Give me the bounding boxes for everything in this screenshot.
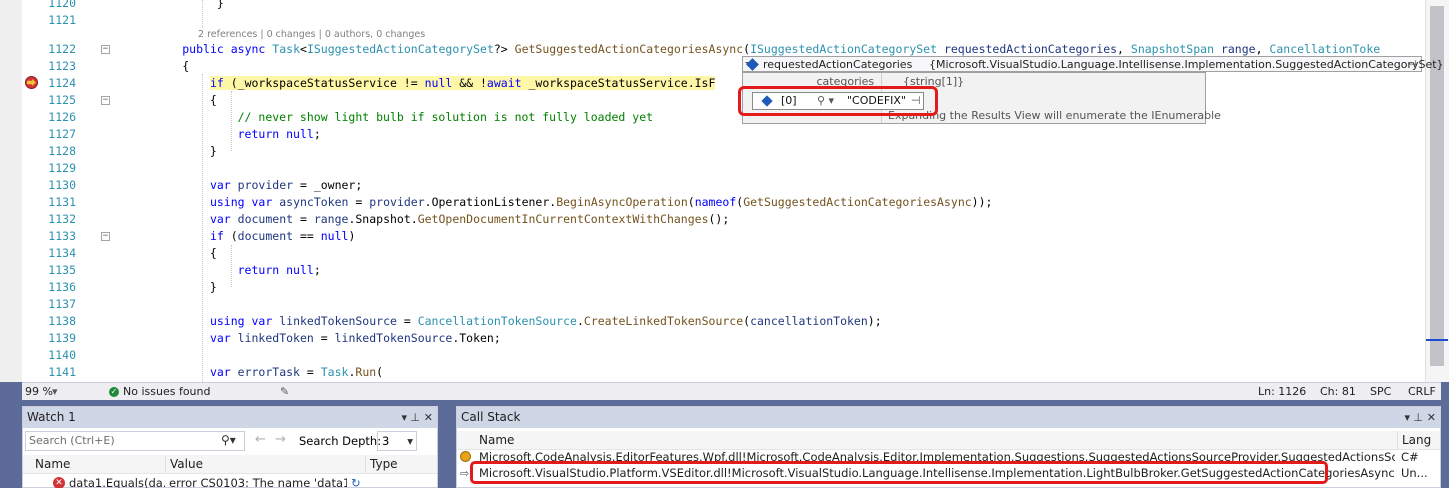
close-icon[interactable]: ✕ (424, 407, 433, 428)
watch-title-bar[interactable]: Watch 1 ▾ ⊥ ✕ (23, 407, 437, 428)
datatip-variable-value[interactable]: {Microsoft.VisualStudio.Language.Intelli… (929, 58, 1444, 72)
code-line: } (113, 144, 217, 158)
line-number: 1136 (48, 280, 76, 294)
code-line-current: if (_workspaceStatusService != null && !… (209, 76, 716, 90)
window-menu-icon[interactable]: ▾ (1404, 407, 1410, 428)
line-number: 1137 (48, 297, 76, 311)
call-stack-title: Call Stack (461, 410, 521, 424)
line-number: 1131 (48, 195, 76, 209)
annotation-highlight-box (738, 86, 938, 116)
datatip-variable-name: requestedActionCategories (763, 58, 913, 71)
zoom-level[interactable]: 99 % (25, 383, 53, 400)
search-depth-value: 3 (382, 434, 390, 448)
line-number: 1138 (48, 314, 76, 328)
line-indicator[interactable]: Ln: 1126 (1258, 383, 1306, 400)
datatip-root-row[interactable]: requestedActionCategories {Microsoft.Vis… (742, 56, 1444, 72)
spacing-indicator[interactable]: SPC (1370, 383, 1391, 400)
caller-frame-arrow-icon: ⇨ (460, 467, 470, 480)
pin-icon[interactable]: ⊥ (1413, 407, 1423, 428)
watch-search-input[interactable]: Search (Ctrl+E) (25, 431, 245, 451)
search-previous-icon[interactable]: ← (255, 432, 266, 447)
watch-row-value: error CS0103: The name 'data1' ... (169, 476, 347, 488)
search-icon[interactable]: ⚲▾ (221, 433, 236, 447)
line-number: 1126 (48, 110, 76, 124)
collapse-toggle[interactable]: − (101, 232, 110, 241)
column-header-language[interactable]: Lang (1397, 431, 1440, 450)
caret-position-marker (1426, 339, 1448, 341)
collapse-toggle[interactable]: − (101, 45, 110, 54)
frame-language: C# (1401, 450, 1419, 464)
code-lens-info[interactable]: 2 references | 0 changes | 0 authors, 0 … (198, 29, 425, 40)
error-icon: ✕ (53, 477, 65, 488)
line-number: 1122 (48, 42, 76, 56)
code-line: } (113, 280, 217, 294)
window-menu-icon[interactable]: ▾ (401, 407, 407, 428)
zoom-dropdown-icon[interactable]: ▾ (52, 383, 58, 400)
line-numbers: 1120 1121 1122 1123 1124 1125 1126 1127 … (22, 0, 80, 382)
glyph-margin[interactable] (0, 0, 22, 382)
line-number: 1129 (48, 161, 76, 175)
code-line: if (document == null) (209, 229, 356, 243)
brush-icon[interactable]: ✎ (280, 383, 289, 400)
watch-row-name: data1.Equals(da... (69, 476, 165, 488)
search-depth-select[interactable]: 3 ▾ (377, 431, 417, 451)
line-number: 1125 (48, 93, 76, 107)
pin-icon[interactable]: ⊥ (410, 407, 420, 428)
line-number: 1139 (48, 331, 76, 345)
line-number: 1121 (48, 13, 76, 27)
search-next-icon[interactable]: → (275, 432, 286, 447)
code-line: return null; (237, 127, 321, 141)
results-view-note: Expanding the Results View will enumerat… (888, 109, 1221, 122)
code-line: using var asyncToken = provider.Operatio… (209, 195, 993, 209)
line-number: 1133 (48, 229, 76, 243)
line-number: 1134 (48, 246, 76, 260)
annotation-highlight-box (470, 461, 1328, 484)
code-line: // never show light bulb if solution is … (237, 110, 654, 124)
column-header-name[interactable]: Name (457, 431, 1397, 450)
line-number: 1124 (48, 76, 76, 90)
object-icon (746, 58, 759, 71)
code-line: return null; (237, 263, 321, 277)
close-icon[interactable]: ✕ (1427, 407, 1436, 428)
column-header-type[interactable]: Type (365, 455, 437, 474)
code-line: } (113, 0, 224, 10)
code-line: { (113, 59, 190, 73)
code-line: var linkedToken = linkedTokenSource.Toke… (209, 331, 501, 345)
line-number: 1140 (48, 348, 76, 362)
code-line: { (113, 93, 217, 107)
current-frame-icon (460, 451, 471, 462)
issues-status[interactable]: No issues found (123, 383, 210, 400)
line-endings-indicator[interactable]: CRLF (1408, 383, 1436, 400)
line-number: 1123 (48, 59, 76, 73)
code-line: using var linkedTokenSource = Cancellati… (209, 314, 882, 328)
chevron-down-icon: ▾ (407, 434, 413, 448)
code-line: { (113, 246, 217, 260)
line-number: 1120 (48, 0, 76, 10)
check-icon: ✓ (109, 387, 119, 397)
line-number: 1128 (48, 144, 76, 158)
editor-status-bar: 99 % ▾ ✓ No issues found ✎ Ln: 1126 Ch: … (22, 382, 1441, 400)
refresh-icon[interactable]: ↻ (351, 475, 361, 488)
code-line: var provider = _owner; (209, 178, 363, 192)
search-depth-label: Search Depth: (299, 434, 382, 448)
pin-icon[interactable]: ⊣ (1407, 58, 1417, 72)
column-indicator[interactable]: Ch: 81 (1320, 383, 1356, 400)
line-number: 1130 (48, 178, 76, 192)
column-header-name[interactable]: Name (23, 455, 165, 474)
line-number: 1135 (48, 263, 76, 277)
column-header-value[interactable]: Value (165, 455, 365, 474)
code-line: var errorTask = Task.Run( (209, 365, 384, 379)
call-stack-title-bar[interactable]: Call Stack ▾ ⊥ ✕ (457, 407, 1440, 428)
collapse-toggle[interactable]: − (101, 96, 110, 105)
frame-language: Un... (1401, 466, 1428, 480)
watch-window: Watch 1 ▾ ⊥ ✕ Search (Ctrl+E) ⚲▾ ← → Sea… (22, 406, 438, 488)
line-number: 1132 (48, 212, 76, 226)
line-number: 1127 (48, 127, 76, 141)
code-line: var document = range.Snapshot.GetOpenDoc… (209, 212, 730, 226)
line-number: 1141 (48, 365, 76, 379)
watch-title: Watch 1 (27, 410, 76, 424)
